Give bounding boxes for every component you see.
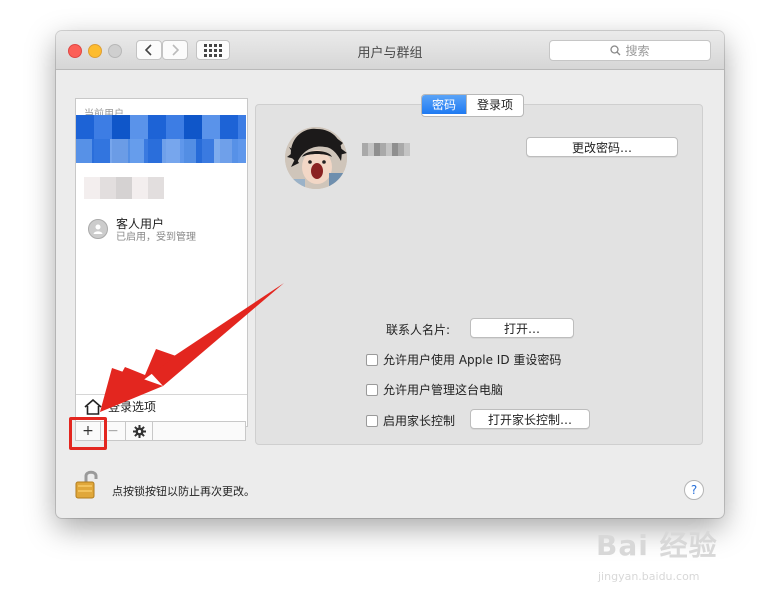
option-admin[interactable]: 允许用户管理这台电脑 [366,381,503,398]
watermark-main-text: Bai 经验 [596,529,718,562]
option-parental-controls[interactable]: 启用家长控制 [366,412,455,429]
guest-user-row[interactable]: 客人用户 已启用，受到管理 [88,217,196,245]
action-menu-button[interactable] [126,422,153,440]
house-icon [84,398,102,415]
gear-icon [132,424,146,438]
parental-controls-checkbox[interactable] [366,414,378,427]
login-options-label: 登录选项 [108,400,157,414]
tab-password[interactable]: 密码 [422,95,467,114]
tab-bar: 密码 登录项 [421,94,525,117]
guest-user-icon [88,219,108,239]
apple-id-reset-checkbox[interactable] [366,353,378,366]
apple-id-reset-label: 允许用户使用 Apple ID 重设密码 [383,353,562,367]
guest-user-name: 客人用户 [116,217,165,231]
sidebar-divider [76,394,247,395]
search-field[interactable]: 搜索 [549,40,711,61]
open-parental-controls-button[interactable]: 打开家长控制… [470,409,590,429]
lock-icon[interactable] [74,468,100,503]
open-contact-card-button[interactable]: 打开… [470,318,574,338]
tab-login-items[interactable]: 登录项 [466,95,523,114]
option-apple-id-reset[interactable]: 允许用户使用 Apple ID 重设密码 [366,351,561,368]
contact-card-label: 联系人名片: [386,323,451,337]
user-name-pixelated [362,143,410,156]
parental-controls-label: 启用家长控制 [383,414,456,428]
admin-checkbox[interactable] [366,383,378,396]
title-bar: 用户与群组 搜索 [56,31,724,70]
user-avatar[interactable] [285,127,347,189]
current-user-row-pixelated-lower [76,139,246,163]
admin-label: 允许用户管理这台电脑 [383,383,504,397]
guest-user-status: 已启用，受到管理 [116,232,196,243]
search-placeholder: 搜索 [625,44,650,58]
change-password-button[interactable]: 更改密码… [526,137,678,157]
search-icon [610,45,621,56]
watermark-sub-text: jingyan.baidu.com [598,570,700,583]
lock-hint-text: 点按锁按钮以防止再次更改。 [112,485,255,498]
baidu-watermark: Bai 经验 jingyan.baidu.com [596,518,776,596]
login-options-item[interactable]: 登录选项 [84,398,156,415]
user-list[interactable]: 当前用户 客人用户 已启用，受到管理 登录选项 [75,98,248,427]
add-button-highlight-box [69,417,107,450]
help-button[interactable]: ? [684,480,704,500]
other-user-row-pixelated[interactable] [84,177,164,199]
preferences-window: 用户与群组 搜索 当前用户 客人用户 已启用，受到管理 登录选项 + − [56,31,724,518]
